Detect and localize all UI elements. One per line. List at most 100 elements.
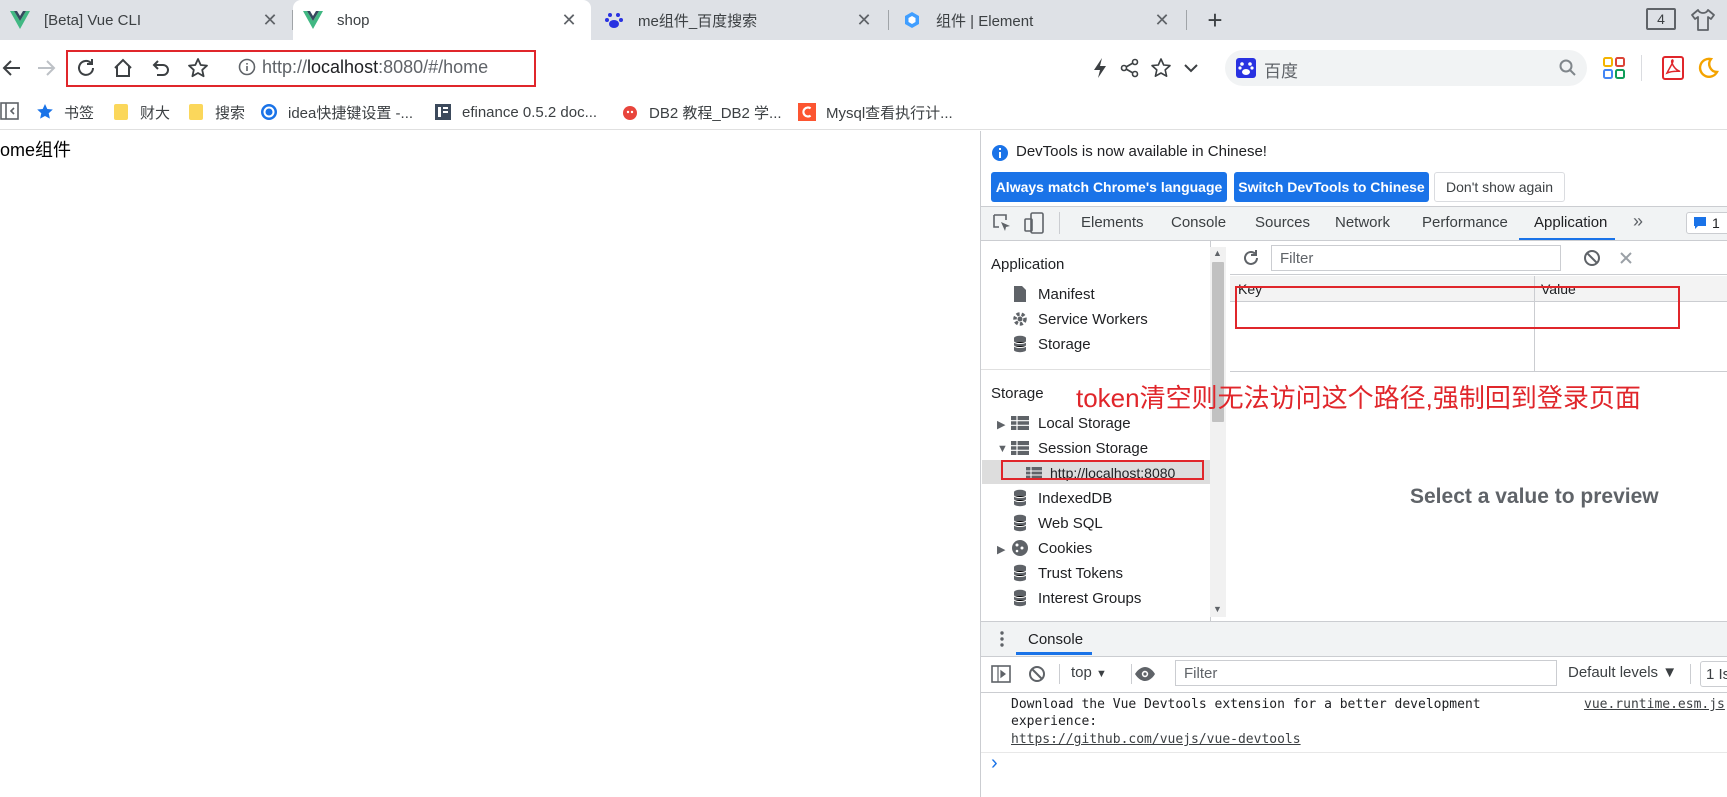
bookmark-item[interactable]: 搜索 <box>187 101 245 123</box>
moon-icon[interactable] <box>1696 56 1720 80</box>
browser-tab-vue-cli[interactable]: [Beta] Vue CLI ✕ <box>0 0 292 40</box>
scroll-down-icon[interactable]: ▼ <box>1213 604 1222 614</box>
devtools-tab-network[interactable]: Network <box>1335 214 1390 231</box>
sidebar-item-label: Session Storage <box>1038 439 1149 457</box>
sidebar-item-cookies[interactable]: Cookies <box>1010 537 1092 559</box>
console-message-link[interactable]: https://github.com/vuejs/vue-devtools <box>1011 732 1301 747</box>
sidebar-item-web-sql[interactable]: Web SQL <box>1010 512 1103 534</box>
bookmark-item[interactable]: 财大 <box>112 101 170 123</box>
forward-icon[interactable] <box>30 52 62 84</box>
sidebar-item-label: Cookies <box>1038 539 1093 557</box>
dropdown-caret-icon: ▼ <box>1096 668 1107 680</box>
favorite-star-icon[interactable] <box>1150 57 1172 79</box>
storage-filter-input[interactable]: Filter <box>1271 245 1561 271</box>
tab-title: 组件 | Element <box>936 12 1034 30</box>
log-levels-dropdown[interactable]: Default levels ▼ <box>1568 664 1677 681</box>
tab-counter-button[interactable]: 4 <box>1646 8 1676 30</box>
dont-show-again-button[interactable]: Don't show again <box>1434 172 1565 202</box>
eye-icon[interactable] <box>1134 664 1156 684</box>
browser-tab-baidu[interactable]: me组件_百度搜索 ✕ <box>594 0 886 40</box>
bookmark-label: idea快捷键设置 -... <box>288 104 414 122</box>
element-icon <box>902 10 922 30</box>
sidebar-item-manifest[interactable]: Manifest <box>1010 283 1095 305</box>
sidebar-heading-application: Application <box>991 256 1065 273</box>
refresh-icon[interactable] <box>1241 248 1261 268</box>
sidebar-item-storage-overview[interactable]: Storage <box>1010 333 1091 355</box>
search-icon[interactable] <box>1558 58 1578 78</box>
share-icon[interactable] <box>1119 57 1141 79</box>
scroll-up-icon[interactable]: ▲ <box>1213 248 1222 258</box>
chevron-down-icon[interactable] <box>1181 58 1201 78</box>
bookmark-item[interactable]: efinance 0.5.2 doc... <box>434 101 597 123</box>
sidebar-item-trust-tokens[interactable]: Trust Tokens <box>1010 562 1123 584</box>
lightning-icon[interactable] <box>1090 57 1110 79</box>
context-label: top <box>1071 664 1092 681</box>
devtools-tab-sources[interactable]: Sources <box>1255 214 1310 231</box>
switch-chinese-button[interactable]: Switch DevTools to Chinese <box>1234 172 1429 202</box>
tab-separator <box>888 10 889 30</box>
annotation-box-toolbar <box>66 50 536 87</box>
apps-grid-icon[interactable] <box>1603 57 1625 79</box>
browser-tab-shop[interactable]: shop ✕ <box>293 0 591 40</box>
close-tab-icon[interactable]: ✕ <box>852 8 876 32</box>
context-selector[interactable]: top ▼ <box>1071 664 1107 681</box>
bookmark-label: DB2 教程_DB2 学... <box>649 104 782 122</box>
sidebar-item-session-storage[interactable]: Session Storage <box>1010 437 1148 459</box>
match-language-button[interactable]: Always match Chrome's language <box>991 172 1227 202</box>
tab-title: me组件_百度搜索 <box>638 12 758 30</box>
sidebar-item-label: Web SQL <box>1038 514 1103 532</box>
new-tab-button[interactable]: + <box>1200 5 1230 35</box>
delete-selected-icon[interactable] <box>1616 248 1636 268</box>
baidu-icon <box>1236 58 1256 78</box>
bookmark-item[interactable]: idea快捷键设置 -... <box>260 101 413 123</box>
clear-all-icon[interactable] <box>1582 248 1602 268</box>
sidebar-item-label: Storage <box>1038 335 1091 353</box>
bookmark-item[interactable]: Mysql查看执行计... <box>798 101 953 123</box>
issues-badge[interactable]: 1 <box>1686 212 1727 234</box>
sidebar-item-label: Interest Groups <box>1038 589 1142 607</box>
toolbar-divider <box>1690 664 1691 684</box>
expand-caret-icon[interactable]: ▶ <box>997 418 1005 431</box>
clear-console-icon[interactable] <box>1027 664 1047 684</box>
bookmark-item[interactable]: DB2 教程_DB2 学... <box>621 101 782 123</box>
pdf-icon[interactable] <box>1662 56 1684 80</box>
bookmark-item[interactable]: 书签 <box>36 101 94 123</box>
inspect-element-icon[interactable] <box>992 213 1012 233</box>
close-tab-icon[interactable]: ✕ <box>258 8 282 32</box>
drawer-header <box>981 621 1727 657</box>
expand-caret-icon[interactable]: ▶ <box>997 543 1005 556</box>
more-tabs-icon[interactable]: » <box>1633 211 1643 232</box>
sidebar-item-label: Local Storage <box>1038 414 1131 432</box>
console-filter-input[interactable]: Filter <box>1175 660 1557 686</box>
shirt-icon[interactable] <box>1690 7 1716 33</box>
browser-tab-element[interactable]: 组件 | Element ✕ <box>892 0 1184 40</box>
sidebar-item-label: Trust Tokens <box>1038 564 1124 582</box>
close-tab-icon[interactable]: ✕ <box>1150 8 1174 32</box>
sidebar-item-interest-groups[interactable]: Interest Groups <box>1010 587 1141 609</box>
tab-title: [Beta] Vue CLI <box>44 11 142 29</box>
close-tab-icon[interactable]: ✕ <box>557 8 581 32</box>
console-prompt-icon[interactable]: › <box>991 752 998 775</box>
console-source-link[interactable]: vue.runtime.esm.js <box>1584 697 1725 712</box>
show-sidebar-icon[interactable] <box>991 665 1011 683</box>
sidebar-toggle-icon[interactable] <box>0 101 20 121</box>
devtools-tab-application[interactable]: Application <box>1534 214 1607 231</box>
devtools-tab-elements[interactable]: Elements <box>1081 214 1144 231</box>
page-home-text: ome组件 <box>0 140 72 160</box>
database-icon <box>1010 563 1030 583</box>
sidebar-item-local-storage[interactable]: Local Storage <box>1010 412 1131 434</box>
table-grid-icon <box>1010 438 1030 458</box>
drawer-tab-console[interactable]: Console <box>1028 631 1083 648</box>
sidebar-item-indexeddb[interactable]: IndexedDB <box>1010 487 1112 509</box>
console-issues-button[interactable]: 1 Is <box>1700 661 1727 687</box>
back-icon[interactable] <box>0 52 28 84</box>
devtools-tab-console[interactable]: Console <box>1171 214 1226 231</box>
more-options-icon[interactable] <box>997 629 1007 649</box>
database-icon <box>1010 488 1030 508</box>
collapse-caret-icon[interactable]: ▼ <box>997 443 1008 455</box>
sidebar-item-service-workers[interactable]: Service Workers <box>1010 308 1148 330</box>
device-toolbar-icon[interactable] <box>1024 212 1044 234</box>
doc-icon <box>434 103 452 121</box>
tab-title: shop <box>337 11 370 29</box>
devtools-tab-performance[interactable]: Performance <box>1422 214 1508 231</box>
